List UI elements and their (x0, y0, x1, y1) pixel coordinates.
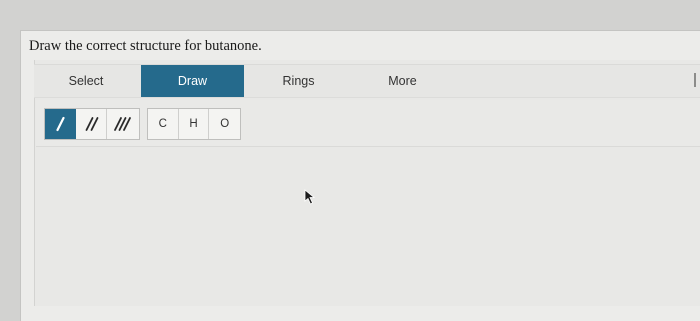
mouse-pointer-icon (304, 189, 316, 205)
atom-tool-group: C H O (147, 108, 241, 140)
triple-bond-icon (114, 117, 131, 131)
double-bond-button[interactable] (76, 109, 107, 139)
atom-oxygen-button[interactable]: O (209, 109, 240, 139)
drawing-canvas[interactable] (36, 147, 700, 302)
tab-more[interactable]: More (351, 65, 454, 97)
single-bond-button[interactable] (45, 109, 76, 139)
tab-select[interactable]: Select (34, 65, 138, 97)
bond-tool-group (44, 108, 140, 140)
tab-rings[interactable]: Rings (247, 65, 350, 97)
tab-overflow-edge (694, 73, 696, 87)
double-bond-icon (85, 117, 99, 131)
atom-carbon-button[interactable]: C (148, 109, 179, 139)
tab-draw[interactable]: Draw (141, 65, 244, 97)
atom-hydrogen-button[interactable]: H (179, 109, 210, 139)
question-prompt: Draw the correct structure for butanone. (29, 38, 262, 54)
tool-tab-bar: Select Draw Rings More (34, 64, 700, 98)
single-bond-icon (56, 116, 65, 132)
triple-bond-button[interactable] (107, 109, 138, 139)
